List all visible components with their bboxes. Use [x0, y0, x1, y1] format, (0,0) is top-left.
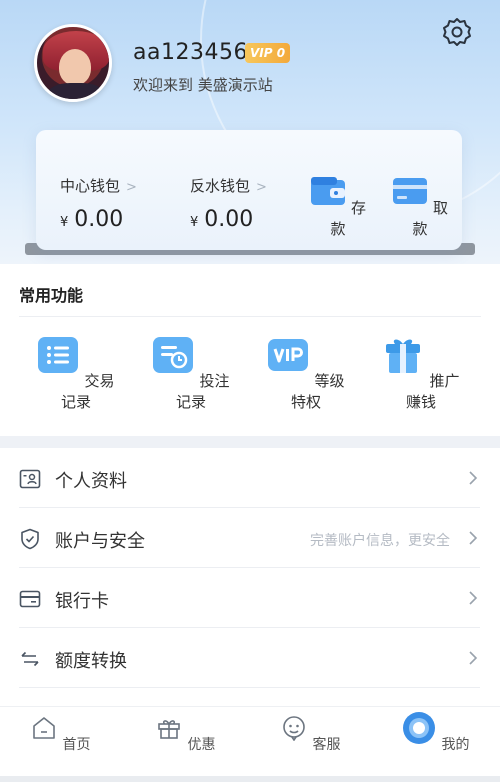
chevron-right-icon [469, 651, 478, 665]
shield-icon [21, 528, 39, 550]
tab-promotions[interactable]: 优惠 [146, 715, 226, 754]
welcome-text: 欢迎来到 美盛演示站 [133, 76, 273, 94]
amount-value: 0.00 [204, 207, 254, 232]
chevron-right-icon [469, 531, 478, 545]
function-label: 推广赚钱 [405, 372, 460, 411]
gear-icon [443, 18, 471, 46]
menu-item-account-security[interactable]: 账户与安全 完善账户信息，更安全 [0, 508, 500, 568]
menu-item-profile[interactable]: 个人资料 [0, 448, 500, 508]
settings-button[interactable] [441, 16, 473, 48]
section-title: 常用功能 [19, 286, 84, 305]
menu-item-label: 个人资料 [55, 471, 127, 492]
center-wallet-link[interactable]: 中心钱包 > [60, 175, 137, 196]
bottom-tab-bar: 首页 优惠 客服 我的 [0, 706, 500, 776]
gift-icon [386, 339, 421, 373]
common-functions-panel: 常用功能 交易记录 投注记录 等级特权 推广赚钱 [0, 264, 500, 436]
currency-symbol: ¥ [190, 215, 199, 230]
wallet-icon [310, 177, 345, 205]
avatar[interactable] [34, 24, 112, 102]
withdraw-button[interactable]: 取款 [390, 176, 450, 239]
tab-label: 客服 [312, 737, 341, 753]
profile-card-icon [19, 469, 41, 489]
user-icon [403, 712, 436, 744]
transaction-record-button[interactable]: 交易记录 [31, 336, 121, 412]
transfer-icon [21, 651, 39, 667]
center-wallet-label: 中心钱包 [60, 177, 121, 195]
rebate-wallet-link[interactable]: 反水钱包 > [190, 175, 267, 196]
list-icon [38, 337, 79, 373]
function-label: 等级特权 [290, 372, 345, 411]
bank-card-icon [19, 590, 41, 608]
rebate-wallet-label: 反水钱包 [190, 177, 251, 195]
vip-icon [268, 339, 309, 371]
tab-mine[interactable]: 我的 [396, 712, 476, 754]
vip-badge: VIP 0 [245, 43, 291, 63]
bet-record-icon [153, 337, 194, 373]
menu-item-hint: 完善账户信息，更安全 [310, 533, 450, 549]
menu-item-label: 账户与安全 [55, 531, 145, 552]
tab-label: 首页 [62, 737, 91, 753]
username: aa123456 [133, 40, 248, 65]
menu-item-label: 额度转换 [55, 651, 127, 672]
section-gap [0, 436, 500, 448]
menu-item-transfer[interactable]: 额度转换 [0, 628, 500, 688]
rebate-wallet-amount: ¥0.00 [190, 207, 253, 232]
chevron-right-icon: > [256, 180, 267, 195]
vip-privilege-button[interactable]: 等级特权 [261, 336, 351, 412]
home-icon [33, 717, 56, 739]
bet-record-button[interactable]: 投注记录 [146, 336, 236, 412]
tab-label: 优惠 [187, 737, 216, 753]
tab-home[interactable]: 首页 [21, 715, 101, 754]
gift-box-icon [158, 720, 181, 739]
menu-item-bank-card[interactable]: 银行卡 [0, 568, 500, 628]
function-label: 投注记录 [175, 372, 230, 411]
referral-earn-button[interactable]: 推广赚钱 [376, 336, 466, 412]
chevron-right-icon: > [126, 180, 137, 195]
chevron-right-icon [469, 591, 478, 605]
amount-value: 0.00 [74, 207, 124, 232]
credit-card-icon [392, 178, 427, 204]
divider [19, 316, 481, 317]
currency-symbol: ¥ [60, 215, 69, 230]
center-wallet-amount: ¥0.00 [60, 207, 123, 232]
tab-customer-service[interactable]: 客服 [271, 715, 351, 754]
menu-item-label: 银行卡 [55, 591, 109, 612]
home-indicator-area [0, 776, 500, 782]
tab-label: 我的 [441, 737, 470, 753]
divider [19, 687, 480, 688]
function-label: 交易记录 [60, 372, 115, 411]
chevron-right-icon [469, 471, 478, 485]
deposit-button[interactable]: 存款 [308, 176, 368, 239]
service-icon [283, 716, 306, 742]
settings-menu: 个人资料 账户与安全 完善账户信息，更安全 银行卡 额度转换 [0, 448, 500, 718]
